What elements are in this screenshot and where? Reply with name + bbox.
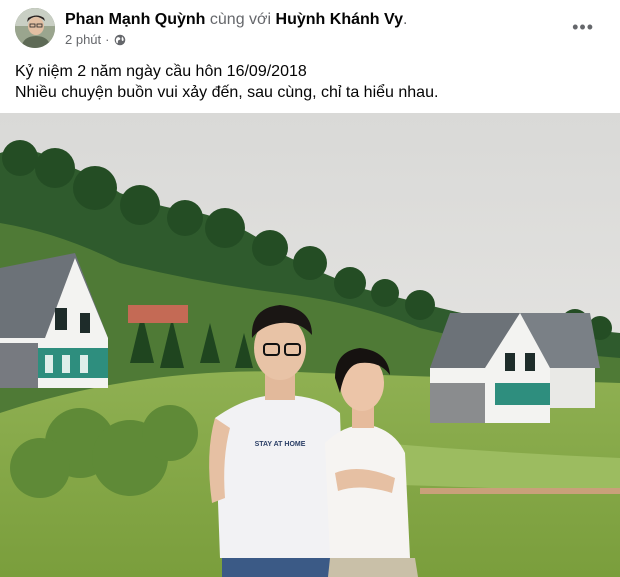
caption-line: Nhiều chuyện buồn vui xảy đến, sau cùng,… bbox=[15, 84, 439, 101]
avatar-image bbox=[15, 8, 55, 48]
author-name[interactable]: Phan Mạnh Quỳnh bbox=[65, 11, 205, 28]
caption-line: Kỷ niệm 2 năm ngày cầu hôn 16/09/2018 bbox=[15, 63, 307, 80]
post-time[interactable]: 2 phút bbox=[65, 32, 101, 47]
post-caption: Kỷ niệm 2 năm ngày cầu hôn 16/09/2018 Nh… bbox=[15, 61, 438, 103]
author-line: Phan Mạnh Quỳnh cùng với Huỳnh Khánh Vy. bbox=[65, 10, 407, 30]
post-header: Phan Mạnh Quỳnh cùng với Huỳnh Khánh Vy.… bbox=[0, 0, 620, 60]
globe-icon[interactable] bbox=[114, 34, 126, 46]
right-house bbox=[430, 313, 600, 423]
tagged-name[interactable]: Huỳnh Khánh Vy bbox=[276, 11, 403, 28]
distant-building bbox=[128, 305, 188, 323]
more-options-icon[interactable]: ••• bbox=[572, 18, 594, 36]
with-text: cùng với bbox=[209, 11, 272, 28]
fence bbox=[420, 488, 620, 494]
post-photo[interactable]: STAY AT HOME bbox=[0, 113, 620, 577]
shirt-text: STAY AT HOME bbox=[255, 441, 306, 448]
facebook-post: Phan Mạnh Quỳnh cùng với Huỳnh Khánh Vy.… bbox=[0, 0, 620, 577]
author-avatar[interactable] bbox=[15, 8, 55, 48]
post-meta: 2 phút · bbox=[65, 32, 126, 47]
photo-image: STAY AT HOME bbox=[0, 113, 620, 577]
tagged-suffix: . bbox=[402, 11, 408, 28]
meta-separator: · bbox=[105, 32, 110, 47]
